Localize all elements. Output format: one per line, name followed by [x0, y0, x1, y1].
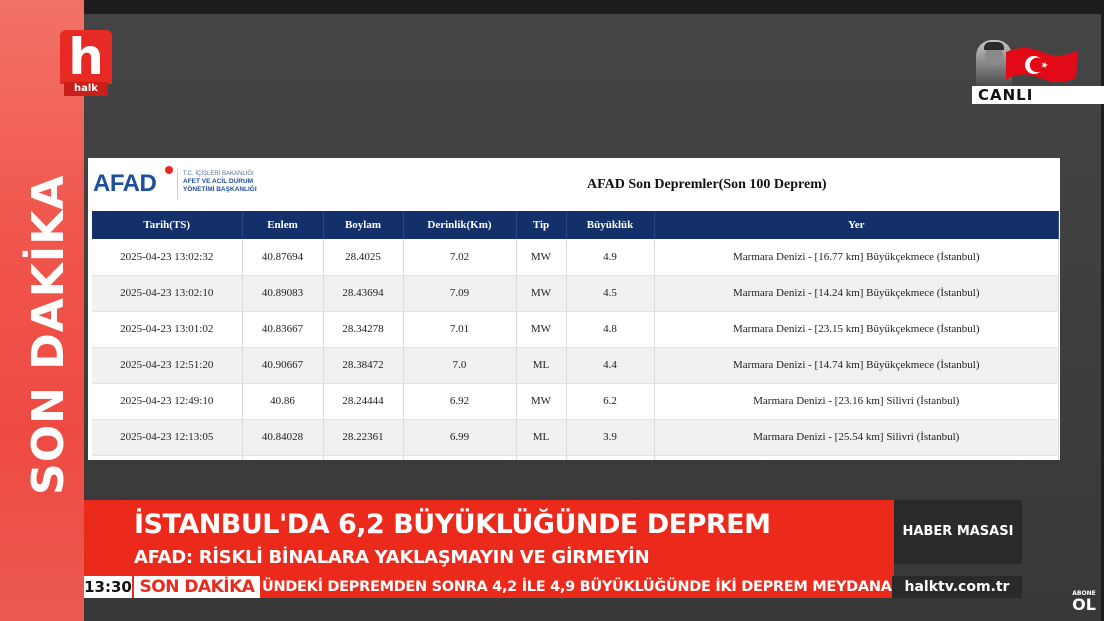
frame-top-border — [0, 0, 1104, 14]
ticker-website: halktv.com.tr — [892, 576, 1022, 598]
cell-longitude: 28.38472 — [323, 347, 404, 384]
halk-tv-logo: h halk — [60, 30, 112, 98]
halk-logo-letter: h — [60, 30, 112, 84]
cell-latitude: 40.83667 — [242, 311, 324, 348]
cell-longitude: 28.34278 — [323, 311, 404, 348]
cell-longitude: 28.4025 — [323, 239, 404, 276]
cell-depth: 7.09 — [403, 275, 517, 312]
cell-type: MW — [516, 311, 567, 348]
cell-type: MW — [516, 383, 567, 420]
cell-date: 2025-04-23 13:01:02 — [92, 311, 243, 348]
afad-logo: AFAD T.C. İÇİŞLERİ BAKANLIĞI AFET VE ACİ… — [93, 166, 263, 204]
panel-title: AFAD Son Depremler(Son 100 Deprem) — [587, 177, 827, 192]
ministry-line-3: YÖNETİMİ BAŞKANLIĞI — [183, 186, 257, 193]
cell-depth: 7.01 — [403, 311, 517, 348]
table-row-partial — [92, 455, 1059, 460]
news-ticker: 13:30 SON DAKİKA ÜNDEKİ DEPREMDEN SONRA … — [84, 576, 1022, 598]
ministry-line-1: T.C. İÇİŞLERİ BAKANLIĞI — [183, 171, 254, 177]
cell-magnitude: 4.8 — [566, 311, 655, 348]
cell-magnitude: 3.9 — [566, 419, 655, 456]
table-row[interactable]: 2025-04-23 13:02:32 40.87694 28.4025 7.0… — [92, 239, 1059, 276]
turkish-flag-icon — [1006, 48, 1078, 82]
ministry-line-2: AFET VE ACİL DURUM — [183, 178, 254, 185]
ticker-scrolling-text: ÜNDEKİ DEPREMDEN SONRA 4,2 İLE 4,9 BÜYÜK… — [262, 579, 892, 595]
column-header-latitude[interactable]: Enlem — [242, 211, 324, 239]
cell-location: Marmara Denizi - [14.24 km] Büyükçekmece… — [654, 275, 1059, 312]
halk-logo-sub: halk — [64, 82, 108, 96]
subscribe-bottom-text: OL — [1072, 595, 1096, 614]
main-headline: İSTANBUL'DA 6,2 BÜYÜKLÜĞÜNDE DEPREM — [134, 509, 771, 540]
cell-magnitude: 4.5 — [566, 275, 655, 312]
son-dakika-vertical-text: SON DAKİKA — [23, 174, 74, 495]
cell-latitude: 40.84028 — [242, 419, 324, 456]
portrait-cap — [984, 42, 1004, 50]
cell-depth: 7.02 — [403, 239, 517, 276]
cell-location: Marmara Denizi - [23.15 km] Büyükçekmece… — [654, 311, 1059, 348]
program-name-box: HABER MASASI — [894, 500, 1022, 564]
cell-type: MW — [516, 275, 567, 312]
cell-latitude: 40.86 — [242, 383, 324, 420]
sub-headline: AFAD: RİSKLİ BİNALARA YAKLAŞMAYIN VE GİR… — [134, 547, 650, 568]
subscribe-badge[interactable]: ABONE OL — [1070, 590, 1098, 614]
cell-latitude: 40.90667 — [242, 347, 324, 384]
column-header-location[interactable]: Yer — [654, 211, 1059, 239]
table-row[interactable]: 2025-04-23 13:02:10 40.89083 28.43694 7.… — [92, 275, 1059, 312]
cell-magnitude: 4.4 — [566, 347, 655, 384]
cell-date: 2025-04-23 12:51:20 — [92, 347, 243, 384]
afad-earthquake-panel: AFAD T.C. İÇİŞLERİ BAKANLIĞI AFET VE ACİ… — [88, 158, 1060, 460]
cell-date: 2025-04-23 13:02:10 — [92, 275, 243, 312]
cell-depth: 6.92 — [403, 383, 517, 420]
video-frame: SON DAKİKA h halk CANLI AFAD T.C. İÇİŞLE… — [0, 0, 1104, 621]
earthquake-table: Tarih(TS) Enlem Boylam Derinlik(Km) Tip … — [92, 211, 1059, 460]
cell-location: Marmara Denizi - [14.74 km] Büyükçekmece… — [654, 347, 1059, 384]
afad-logo-text: AFAD — [93, 170, 157, 197]
column-header-longitude[interactable]: Boylam — [323, 211, 404, 239]
cell-date: 2025-04-23 13:02:32 — [92, 239, 243, 276]
cell-type: ML — [516, 347, 567, 384]
cell-depth: 6.99 — [403, 419, 517, 456]
cell-magnitude: 6.2 — [566, 383, 655, 420]
cell-location: Marmara Denizi - [23.16 km] Silivri (İst… — [654, 383, 1059, 420]
cell-location: Marmara Denizi - [16.77 km] Büyükçekmece… — [654, 239, 1059, 276]
cell-latitude: 40.87694 — [242, 239, 324, 276]
table-header-row: Tarih(TS) Enlem Boylam Derinlik(Km) Tip … — [92, 211, 1059, 239]
cell-magnitude: 4.9 — [566, 239, 655, 276]
column-header-date[interactable]: Tarih(TS) — [92, 211, 243, 239]
cell-longitude: 28.22361 — [323, 419, 404, 456]
table-row[interactable]: 2025-04-23 12:49:10 40.86 28.24444 6.92 … — [92, 383, 1059, 420]
table-row[interactable]: 2025-04-23 12:51:20 40.90667 28.38472 7.… — [92, 347, 1059, 384]
column-header-type[interactable]: Tip — [516, 211, 567, 239]
afad-ministry-text: T.C. İÇİŞLERİ BAKANLIĞI AFET VE ACİL DUR… — [183, 170, 257, 194]
headline-bar: İSTANBUL'DA 6,2 BÜYÜKLÜĞÜNDE DEPREM AFAD… — [84, 500, 894, 576]
live-badge: CANLI — [972, 40, 1104, 104]
cell-type: ML — [516, 419, 567, 456]
cell-longitude: 28.24444 — [323, 383, 404, 420]
table-row[interactable]: 2025-04-23 12:13:05 40.84028 28.22361 6.… — [92, 419, 1059, 456]
cell-date: 2025-04-23 12:13:05 — [92, 419, 243, 456]
cell-depth: 7.0 — [403, 347, 517, 384]
ticker-label: SON DAKİKA — [134, 576, 260, 598]
column-header-depth[interactable]: Derinlik(Km) — [403, 211, 517, 239]
ticker-clock: 13:30 — [84, 576, 132, 598]
cell-type: MW — [516, 239, 567, 276]
table-row[interactable]: 2025-04-23 13:01:02 40.83667 28.34278 7.… — [92, 311, 1059, 348]
cell-longitude: 28.43694 — [323, 275, 404, 312]
cell-location: Marmara Denizi - [25.54 km] Silivri (İst… — [654, 419, 1059, 456]
cell-date: 2025-04-23 12:49:10 — [92, 383, 243, 420]
afad-logo-dot — [165, 166, 173, 174]
afad-logo-divider — [177, 168, 178, 200]
live-label: CANLI — [972, 86, 1104, 104]
cell-latitude: 40.89083 — [242, 275, 324, 312]
column-header-magnitude[interactable]: Büyüklük — [566, 211, 655, 239]
